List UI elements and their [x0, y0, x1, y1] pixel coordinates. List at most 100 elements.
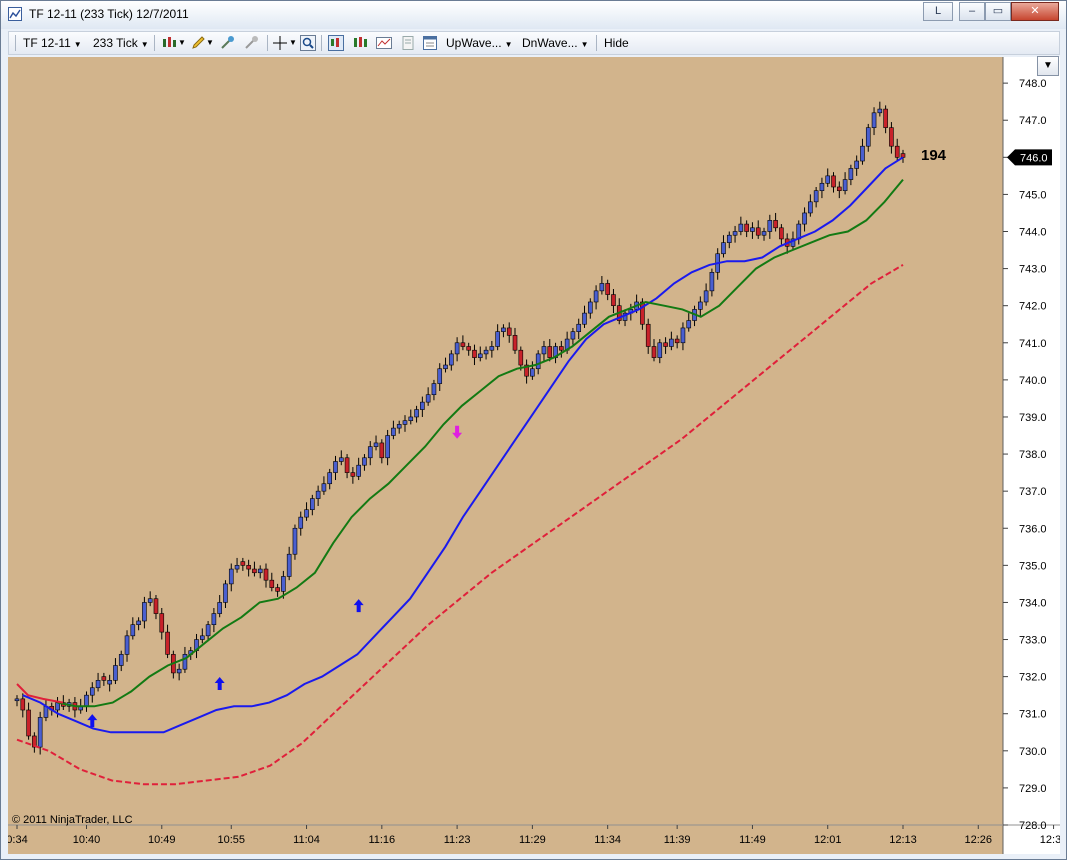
candle-body — [860, 145, 865, 162]
data-box-icon[interactable] — [422, 35, 438, 51]
candle-body — [512, 335, 518, 351]
candle-body — [460, 342, 466, 347]
candle-body — [570, 331, 576, 340]
minimize-button[interactable]: – — [959, 2, 985, 21]
crosshair-icon[interactable] — [272, 35, 288, 51]
chevron-down-icon[interactable]: ▼ — [206, 38, 214, 47]
chevron-down-icon[interactable]: ▼ — [289, 38, 297, 47]
y-tick-label: 735.0 — [1019, 560, 1047, 572]
candle-body — [425, 394, 431, 403]
candle-body — [431, 383, 437, 396]
candle-body — [651, 346, 657, 358]
y-tick-label: 742.0 — [1019, 301, 1047, 313]
candle-body — [321, 483, 327, 492]
chart-area[interactable]: 728.0 729.0 730.0 731.0 732.0 733.0 734.0 735.0… — [6, 57, 1067, 854]
interval-label: 233 Tick — [93, 36, 138, 50]
window-title: TF 12-11 (233 Tick) 12/7/2011 — [29, 7, 189, 21]
candle-body — [645, 323, 651, 347]
upwave-selector[interactable]: UpWave... ▼ — [446, 36, 513, 50]
candle-body — [883, 108, 888, 128]
candle-body — [483, 349, 489, 355]
candle-body — [680, 327, 686, 344]
candle-body — [837, 186, 842, 191]
candle-body — [721, 242, 726, 255]
zoom-out-icon[interactable] — [243, 35, 259, 51]
candle-body — [159, 613, 165, 633]
strategies-icon[interactable] — [352, 35, 368, 51]
candle-body — [379, 442, 385, 459]
candle-body — [518, 349, 524, 366]
candle-body — [495, 331, 500, 347]
candle-body — [477, 353, 483, 358]
x-tick-label: 11:34 — [594, 834, 621, 846]
x-tick-label: 12:01 — [814, 834, 842, 846]
copyright-label: © 2011 NinjaTrader, LLC — [12, 814, 133, 826]
candle-body — [338, 457, 344, 462]
candle-body — [298, 516, 304, 529]
y-tick-label: 743.0 — [1019, 264, 1047, 276]
x-tick-label: 12:26 — [965, 834, 993, 846]
candle-body — [454, 342, 460, 355]
chevron-down-icon: ▼ — [1043, 60, 1053, 71]
candle-body — [165, 631, 170, 655]
candle-body — [223, 583, 228, 603]
candle-body — [848, 168, 854, 180]
instrument-label: TF 12-11 — [23, 36, 71, 50]
candle-body — [420, 401, 425, 410]
candle-body — [211, 613, 217, 625]
properties-icon[interactable] — [400, 35, 416, 51]
x-tick-label: 0:34 — [8, 834, 28, 846]
candle-body — [275, 587, 280, 592]
candle-body — [698, 301, 703, 310]
candle-body — [738, 223, 744, 232]
x-tick-label: 10:40 — [73, 834, 101, 846]
x-tick-label: 11:16 — [368, 834, 395, 846]
candle-body — [767, 220, 773, 232]
bar-type-icon[interactable] — [161, 35, 177, 51]
maximize-button[interactable]: ▭ — [985, 2, 1011, 21]
chart-menu-button[interactable]: ▼ — [1037, 56, 1059, 76]
separator — [267, 35, 268, 51]
x-tick-label: 12:13 — [889, 834, 917, 846]
y-tick-label: 728.0 — [1019, 820, 1047, 832]
x-tick-label: 11:39 — [664, 834, 691, 846]
chart-toolbar: TF 12-11 ▼ 233 Tick ▼ ▼ ▼ ▼ UpWave... ▼ DnW… — [8, 31, 1060, 55]
y-tick-label: 734.0 — [1019, 597, 1047, 609]
interval-selector[interactable]: 233 Tick ▼ — [93, 36, 149, 50]
candle-body — [362, 457, 367, 466]
instrument-selector[interactable]: TF 12-11 ▼ — [23, 36, 82, 50]
candle-body — [136, 620, 141, 625]
candle-body — [472, 349, 477, 358]
candle-body — [559, 346, 564, 351]
x-tick-label: 10:49 — [148, 834, 176, 846]
indicators-icon[interactable] — [328, 35, 344, 51]
l-button[interactable]: L — [923, 2, 953, 21]
title-bar[interactable]: TF 12-11 (233 Tick) 12/7/2011 L – ▭ ✕ — [1, 1, 1066, 29]
candle-body — [142, 602, 147, 622]
y-tick-label: 731.0 — [1019, 709, 1047, 721]
candle-body — [292, 527, 298, 555]
dnwave-selector[interactable]: DnWave... ▼ — [522, 36, 589, 50]
y-tick-label: 741.0 — [1019, 338, 1047, 350]
candle-body — [750, 227, 755, 232]
candle-body — [240, 561, 246, 566]
candle-body — [732, 231, 738, 236]
x-tick-label: 11:49 — [739, 834, 766, 846]
candle-body — [356, 464, 361, 477]
candle-body — [107, 680, 112, 685]
chart-style-icon[interactable] — [376, 35, 392, 51]
x-tick-label: 11:23 — [444, 834, 471, 846]
magnifier-icon[interactable] — [300, 35, 316, 51]
close-button[interactable]: ✕ — [1011, 2, 1059, 21]
candle-body — [813, 190, 819, 203]
hide-button[interactable]: Hide — [604, 36, 629, 50]
pencil-icon[interactable] — [190, 35, 206, 51]
zoom-in-icon[interactable] — [219, 35, 235, 51]
candle-body — [20, 698, 26, 711]
candle-body — [587, 301, 593, 314]
chevron-down-icon[interactable]: ▼ — [178, 38, 186, 47]
candle-body — [14, 698, 20, 702]
price-chart[interactable]: 728.0 729.0 730.0 731.0 732.0 733.0 734.0 735.0… — [6, 57, 1067, 854]
candle-body — [304, 509, 309, 518]
chevron-down-icon: ▼ — [504, 40, 513, 49]
